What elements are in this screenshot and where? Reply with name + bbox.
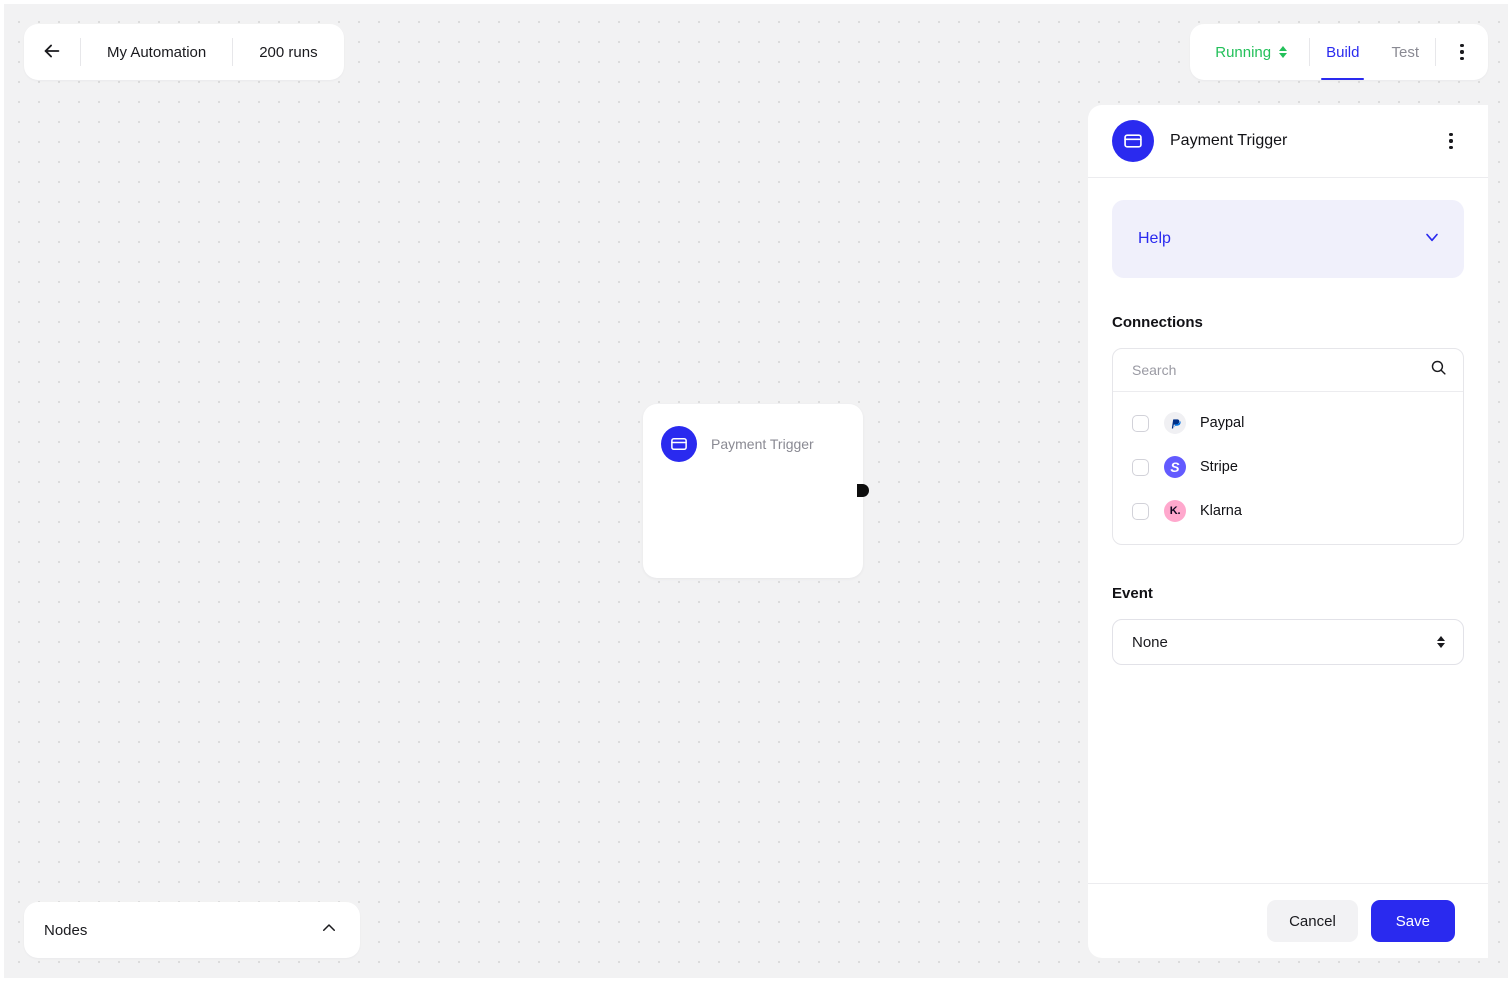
runs-count[interactable]: 200 runs xyxy=(233,24,343,80)
status-badge: Running xyxy=(1215,43,1272,61)
canvas-node-payment-trigger[interactable]: Payment Trigger xyxy=(643,404,869,578)
canvas-node-label: Payment Trigger xyxy=(711,436,814,452)
top-right-toolbar: Running Build Test xyxy=(1190,24,1488,80)
app-root: Payment Trigger My Automation 200 runs R… xyxy=(0,0,1512,982)
cancel-button[interactable]: Cancel xyxy=(1267,900,1358,942)
panel-header: Payment Trigger xyxy=(1088,105,1488,178)
page-title: Payment Trigger xyxy=(1170,132,1288,149)
back-button[interactable] xyxy=(24,24,80,80)
panel-more-options-button[interactable] xyxy=(1436,121,1466,161)
klarna-logo: K. xyxy=(1164,500,1186,522)
kebab-menu-icon xyxy=(1460,43,1464,61)
list-item-paypal[interactable]: Paypal xyxy=(1113,401,1463,445)
page-frame-right xyxy=(1508,0,1512,982)
search-input[interactable] xyxy=(1132,362,1430,378)
credit-card-icon xyxy=(661,426,697,462)
event-select[interactable]: None xyxy=(1112,619,1464,665)
paypal-logo xyxy=(1164,412,1186,434)
checkbox-stripe[interactable] xyxy=(1132,458,1149,476)
chevron-up-icon[interactable] xyxy=(320,919,338,942)
chevron-updown-icon xyxy=(1437,635,1445,649)
connections-list: Paypal S Stripe K. Klarna xyxy=(1113,392,1463,544)
node-config-panel: Payment Trigger Help Connections Search … xyxy=(1088,105,1488,958)
list-item-klarna[interactable]: K. Klarna xyxy=(1113,489,1463,533)
panel-footer: Cancel Save xyxy=(1088,883,1488,958)
list-item-stripe[interactable]: S Stripe xyxy=(1113,445,1463,489)
tab-test[interactable]: Test xyxy=(1375,24,1435,80)
checkbox-klarna[interactable] xyxy=(1132,502,1149,520)
search-icon[interactable] xyxy=(1430,359,1447,381)
list-item-label: Paypal xyxy=(1200,415,1245,431)
save-button[interactable]: Save xyxy=(1370,900,1455,942)
event-section-title: Event xyxy=(1112,585,1153,602)
checkbox-paypal[interactable] xyxy=(1132,414,1149,432)
kebab-menu-icon xyxy=(1449,132,1453,150)
list-item-label: Klarna xyxy=(1200,503,1242,519)
event-select-value: None xyxy=(1132,633,1168,651)
tab-build[interactable]: Build xyxy=(1310,24,1375,80)
help-accordion[interactable]: Help xyxy=(1112,200,1464,278)
automation-name[interactable]: My Automation xyxy=(81,24,232,80)
connections-search-row xyxy=(1113,349,1463,392)
more-options-button[interactable] xyxy=(1436,24,1488,80)
stripe-logo: S xyxy=(1164,456,1186,478)
connections-list-box: Paypal S Stripe K. K xyxy=(1112,348,1464,545)
connections-section-title: Connections xyxy=(1112,314,1203,331)
chevron-updown-icon xyxy=(1279,45,1288,59)
panel-body: Help Connections Search Paypal S Stripe … xyxy=(1088,178,1488,883)
list-item-label: Stripe xyxy=(1200,459,1238,475)
svg-text:S: S xyxy=(1170,460,1180,475)
arrow-left-icon xyxy=(41,40,63,65)
chevron-down-icon[interactable] xyxy=(1422,227,1442,252)
credit-card-icon xyxy=(1112,120,1154,162)
help-label: Help xyxy=(1138,230,1171,247)
page-frame-bottom xyxy=(0,978,1512,982)
nodes-panel[interactable]: Nodes xyxy=(24,902,360,958)
page-frame-top xyxy=(0,0,1512,4)
canvas-node-header: Payment Trigger xyxy=(643,404,863,462)
status-selector[interactable]: Running xyxy=(1190,24,1309,80)
top-left-toolbar: My Automation 200 runs xyxy=(24,24,344,80)
page-frame-left xyxy=(0,0,4,982)
nodes-panel-title: Nodes xyxy=(44,921,88,939)
